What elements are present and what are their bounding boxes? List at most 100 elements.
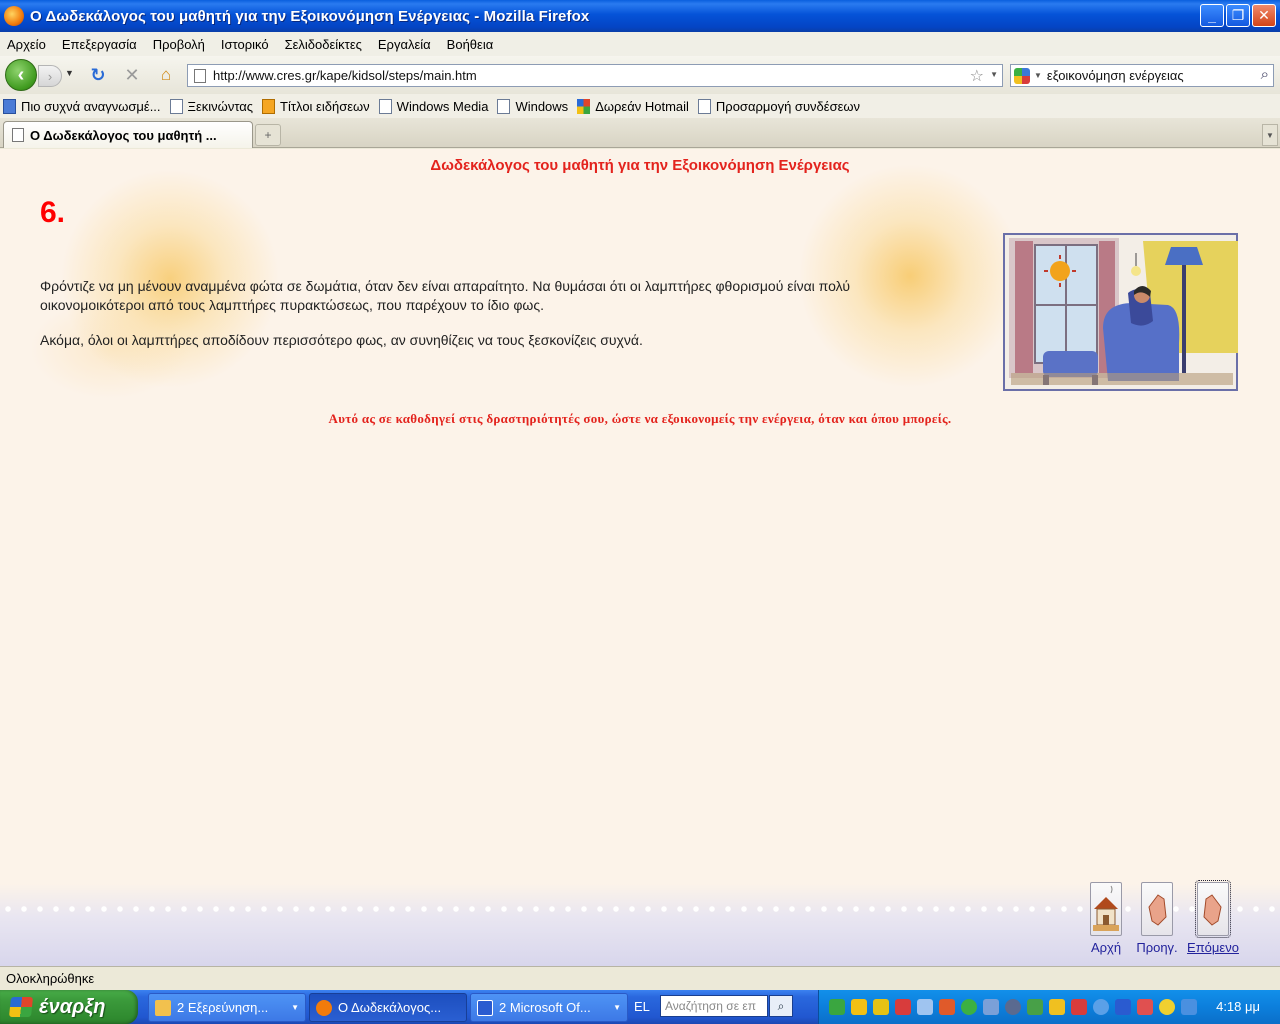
language-indicator[interactable]: EL <box>634 999 650 1014</box>
taskbar-item-explorer[interactable]: 2 Εξερεύνηση... ▼ <box>148 993 306 1022</box>
tray-icon-shield[interactable] <box>873 999 889 1015</box>
hand-pointing-right-icon <box>1195 880 1231 938</box>
search-engine-dropdown-icon[interactable]: ▼ <box>1034 71 1042 80</box>
bookmark-label: Προσαρμογή συνδέσεων <box>715 98 861 114</box>
home-nav-button[interactable]: Αρχή <box>1080 882 1132 955</box>
status-text: Ολοκληρώθηκε <box>6 971 95 986</box>
reload-icon[interactable]: ↻ <box>88 65 108 85</box>
menu-edit[interactable]: Επεξεργασία <box>62 37 137 52</box>
tab-active[interactable]: Ο Δωδεκάλογος του μαθητή ... <box>3 121 253 148</box>
tray-icon-antivirus[interactable] <box>1071 999 1087 1015</box>
back-button[interactable]: ‹ <box>5 59 37 91</box>
bookmark-star-icon[interactable]: ☆ <box>970 66 984 86</box>
menu-history[interactable]: Ιστορικό <box>221 37 269 52</box>
close-button[interactable]: ✕ <box>1252 4 1276 27</box>
previous-nav-button[interactable]: Προηγ. <box>1131 882 1183 955</box>
search-bar[interactable]: ▼ εξοικονόμηση ενέργειας ⌕ <box>1010 64 1274 87</box>
bookmark-customize-links[interactable]: Προσαρμογή συνδέσεων <box>697 98 861 114</box>
menu-file[interactable]: Αρχείο <box>7 37 46 52</box>
taskbar-search-input[interactable]: Αναζήτηση σε επ <box>660 995 768 1017</box>
windows-logo-icon <box>8 997 34 1017</box>
home-nav-label: Αρχή <box>1090 940 1122 955</box>
minimize-button[interactable]: _ <box>1200 4 1224 27</box>
home-icon[interactable]: ⌂ <box>156 65 176 85</box>
menu-bar: Αρχείο Επεξεργασία Προβολή Ιστορικό Σελι… <box>0 32 1280 56</box>
taskbar: έναρξη 2 Εξερεύνηση... ▼ Ο Δωδεκάλογος..… <box>0 990 1280 1024</box>
new-tab-button[interactable]: + <box>255 124 281 146</box>
rule-number: 6. <box>40 196 66 229</box>
firefox-icon <box>316 999 332 1016</box>
url-text[interactable]: http://www.cres.gr/kape/kidsol/steps/mai… <box>213 68 477 83</box>
bookmark-most-visited[interactable]: Πιο συχνά αναγνωσμέ... <box>3 98 161 114</box>
history-dropdown-icon[interactable]: ▼ <box>65 68 74 78</box>
url-dropdown-icon[interactable]: ▼ <box>990 70 998 79</box>
tab-label: Ο Δωδεκάλογος του μαθητή ... <box>30 127 217 143</box>
start-button[interactable]: έναρξη <box>0 990 138 1024</box>
bookmark-label: Windows Media <box>396 98 489 114</box>
page-content: Δωδεκάλογος του μαθητή για την Εξοικονόμ… <box>0 149 1280 966</box>
previous-nav-label: Προηγ. <box>1136 940 1178 955</box>
window-title-bar: Ο Δωδεκάλογος του μαθητή για την Εξοικον… <box>0 0 1280 32</box>
status-bar: Ολοκληρώθηκε <box>0 966 1280 990</box>
rule-paragraph-1: Φρόντιζε να μη μένουν αναμμένα φώτα σε δ… <box>40 278 850 313</box>
page-heading: Δωδεκάλογος του μαθητή για την Εξοικονόμ… <box>430 157 850 174</box>
search-magnifier-icon[interactable]: ⌕ <box>1261 66 1269 83</box>
address-bar[interactable]: http://www.cres.gr/kape/kidsol/steps/mai… <box>187 64 1003 87</box>
menu-view[interactable]: Προβολή <box>153 37 205 52</box>
taskbar-item-word[interactable]: 2 Microsoft Of... ▼ <box>470 993 628 1022</box>
word-icon <box>477 999 493 1016</box>
bookmark-headlines[interactable]: Τίτλοι ειδήσεων <box>262 98 370 114</box>
window-title: Ο Δωδεκάλογος του μαθητή για την Εξοικον… <box>30 7 590 25</box>
taskbar-search-icon[interactable]: ⌕ <box>769 995 793 1017</box>
forward-button[interactable]: › <box>38 65 62 87</box>
rss-feed-icon <box>262 98 276 114</box>
bookmark-windows[interactable]: Windows <box>497 98 568 114</box>
menu-bookmarks[interactable]: Σελιδοδείκτες <box>285 37 362 52</box>
tray-icon-windows[interactable] <box>851 999 867 1015</box>
tray-icon-status[interactable] <box>961 999 977 1015</box>
bookmark-folder-icon <box>3 98 16 114</box>
bookmarks-toolbar: Πιο συχνά αναγνωσμέ... Ξεκινώντας Τίτλοι… <box>0 94 1280 118</box>
google-icon[interactable] <box>1014 67 1030 84</box>
tray-icon-monitor[interactable] <box>1115 999 1131 1015</box>
tray-icon-network[interactable] <box>829 999 845 1015</box>
tray-icon-update[interactable] <box>1027 999 1043 1015</box>
tray-icon-warning[interactable] <box>1049 999 1065 1015</box>
bookmark-getting-started[interactable]: Ξεκινώντας <box>169 98 254 114</box>
window-controls: _ ❐ ✕ <box>1200 4 1276 27</box>
bookmark-hotmail[interactable]: Δωρεάν Hotmail <box>577 98 689 114</box>
tray-icon-connection[interactable] <box>1181 999 1197 1015</box>
decorative-glow <box>800 161 1020 391</box>
menu-help[interactable]: Βοήθεια <box>447 37 494 52</box>
windows-logo-icon <box>577 98 591 114</box>
closing-note: Αυτό ας σε καθοδηγεί στις δραστηριότητές… <box>328 411 952 426</box>
bookmark-label: Δωρεάν Hotmail <box>595 98 689 114</box>
tray-icon-alert[interactable] <box>1159 999 1175 1015</box>
group-dropdown-icon: ▼ <box>613 1003 621 1012</box>
next-nav-button[interactable]: Επόμενο <box>1187 880 1239 955</box>
page-icon <box>378 98 392 114</box>
search-input[interactable]: εξοικονόμηση ενέργειας <box>1047 68 1184 83</box>
tab-list-dropdown-icon[interactable]: ▼ <box>1262 124 1278 146</box>
taskbar-item-firefox[interactable]: Ο Δωδεκάλογος... <box>309 993 467 1022</box>
stop-icon[interactable]: ✕ <box>122 65 142 85</box>
firefox-logo-icon <box>4 6 24 26</box>
tray-icon-media[interactable] <box>939 999 955 1015</box>
tray-icon-display[interactable] <box>983 999 999 1015</box>
house-icon <box>1090 882 1122 936</box>
bookmark-label: Ξεκινώντας <box>187 98 254 114</box>
maximize-button[interactable]: ❐ <box>1226 4 1250 27</box>
tray-icon-app[interactable] <box>1137 999 1153 1015</box>
taskbar-item-label: 2 Microsoft Of... <box>499 1000 591 1015</box>
tray-icon-speaker[interactable] <box>1005 999 1021 1015</box>
hand-pointing-left-icon <box>1141 882 1173 936</box>
page-navigation: Αρχή Προηγ. Επόμενο <box>1085 880 1245 962</box>
menu-tools[interactable]: Εργαλεία <box>378 37 431 52</box>
tray-icon-security[interactable] <box>895 999 911 1015</box>
bookmark-windows-media[interactable]: Windows Media <box>378 98 489 114</box>
page-icon <box>497 98 511 114</box>
tray-icon-messenger[interactable] <box>1093 999 1109 1015</box>
bookmark-label: Πιο συχνά αναγνωσμέ... <box>21 98 161 114</box>
tray-icon-search[interactable] <box>917 999 933 1015</box>
next-nav-label: Επόμενο <box>1187 940 1239 955</box>
